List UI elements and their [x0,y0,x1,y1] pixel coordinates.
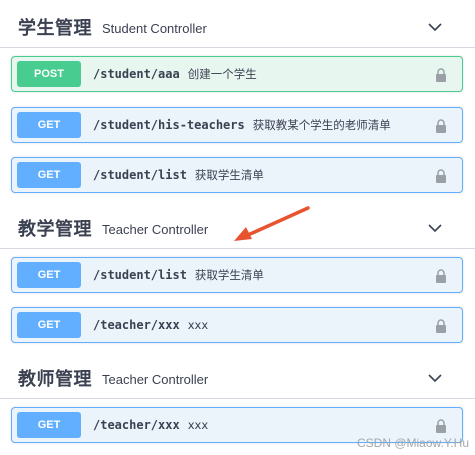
chevron-down-icon[interactable] [427,220,443,236]
operation-path: /teacher/xxx [93,318,180,332]
operation-summary: 获取教某个学生的老师清单 [252,118,391,132]
tag-description: Teacher Controller [102,221,209,237]
operation-summary: 获取学生清单 [194,268,264,282]
method-badge: GET [17,162,81,188]
lock-icon[interactable] [435,68,447,82]
tag-description: Student Controller [102,20,207,36]
method-badge: POST [17,61,81,87]
operation-summary: 创建一个学生 [187,67,257,81]
operation-row[interactable]: GET /student/list 获取学生清单 [11,157,463,193]
operation-row[interactable]: POST /student/aaa 创建一个学生 [11,56,463,92]
tag-header[interactable]: 学生管理 Student Controller [0,6,475,48]
operation-row[interactable]: GET /student/his-teachers 获取教某个学生的老师清单 [11,107,463,143]
tag-section-teacher: 教师管理 Teacher Controller [0,357,475,399]
tag-title: 教师管理 [18,368,92,390]
lock-icon[interactable] [435,269,447,283]
tag-title: 学生管理 [18,17,92,39]
operation-path: /student/his-teachers [93,118,245,132]
lock-icon[interactable] [435,419,447,433]
tag-description: Teacher Controller [102,371,209,387]
operation-path: /student/aaa [93,67,180,81]
method-badge: GET [17,312,81,338]
lock-icon[interactable] [435,319,447,333]
method-badge: GET [17,412,81,438]
method-badge: GET [17,262,81,288]
operation-summary: xxx [187,418,209,432]
operation-row[interactable]: GET /teacher/xxx xxx [11,307,463,343]
operation-row[interactable]: GET /student/list 获取学生清单 [11,257,463,293]
operation-summary: 获取学生清单 [194,168,264,182]
chevron-down-icon[interactable] [427,370,443,386]
swagger-ui-page: 学生管理 Student Controller POST /student/aa… [0,0,475,455]
operation-summary: xxx [187,318,209,332]
operation-path: /student/list [93,168,187,182]
tag-section-student: 学生管理 Student Controller [0,6,475,48]
lock-icon[interactable] [435,119,447,133]
watermark: CSDN @Miaow.Y.Hu [357,436,469,450]
operation-path: /teacher/xxx [93,418,180,432]
operation-path: /student/list [93,268,187,282]
chevron-down-icon[interactable] [427,19,443,35]
tag-header[interactable]: 教师管理 Teacher Controller [0,357,475,399]
lock-icon[interactable] [435,169,447,183]
method-badge: GET [17,112,81,138]
annotation-arrow [234,206,310,241]
tag-title: 教学管理 [18,218,92,240]
